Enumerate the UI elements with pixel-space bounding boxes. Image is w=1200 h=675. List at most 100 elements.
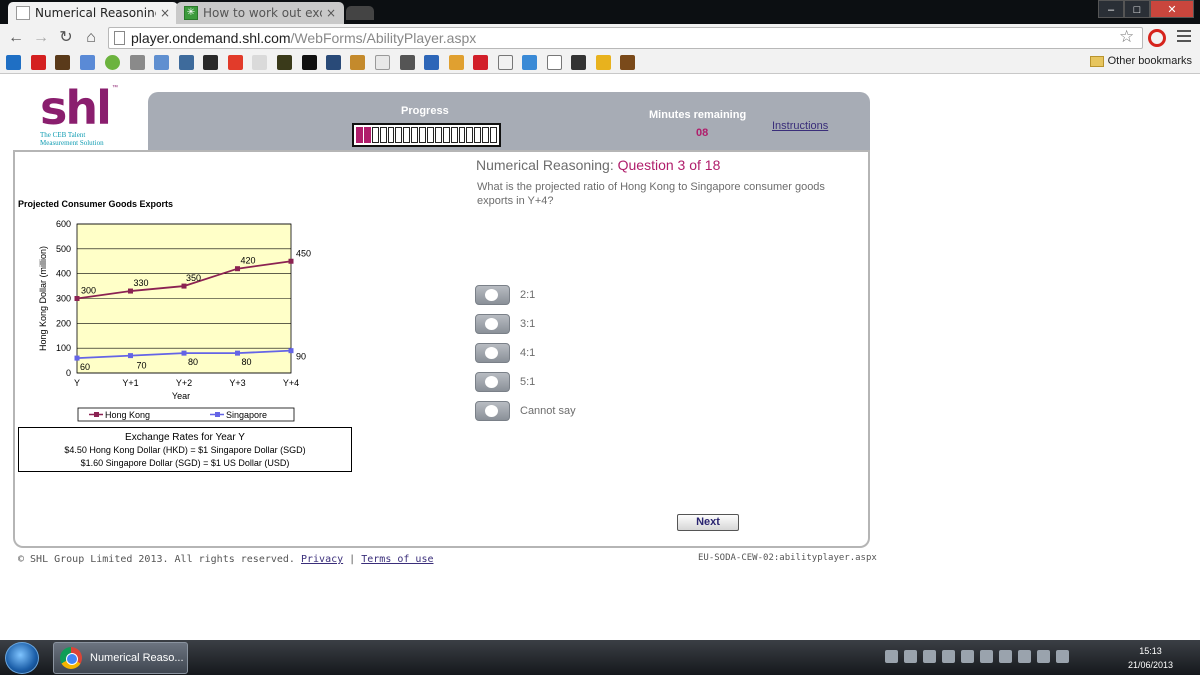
opera-icon[interactable] (1148, 29, 1166, 47)
instructions-link[interactable]: Instructions (772, 120, 828, 132)
shl-logo: shl ™ The CEB Talent Measurement Solutio… (40, 85, 120, 147)
radio-button[interactable] (475, 343, 510, 363)
folder-icon (1089, 55, 1104, 67)
y-axis-label: Hong Kong Dollar (million) (38, 246, 48, 351)
bookmark-icon[interactable] (473, 55, 488, 70)
network-icon[interactable] (1037, 650, 1050, 663)
answer-option-5[interactable]: Cannot say (475, 401, 576, 421)
bag-icon[interactable] (55, 55, 70, 70)
bookmark-icon[interactable] (130, 55, 145, 70)
data-point (288, 258, 294, 264)
home-icon[interactable]: ⌂ (81, 28, 101, 48)
other-bookmarks[interactable]: Other bookmarks (1089, 55, 1192, 67)
exchange-rate-hkd-sgd: $4.50 Hong Kong Dollar (HKD) = $1 Singap… (64, 445, 306, 455)
bookmark-icon[interactable] (620, 55, 635, 70)
bookmark-icon[interactable] (522, 55, 537, 70)
data-point (235, 266, 240, 272)
bookmark-icon[interactable] (571, 55, 586, 70)
y-tick-label: 300 (56, 294, 71, 304)
outlook-icon[interactable] (6, 55, 21, 70)
terms-of-use-link[interactable]: Terms of use (361, 554, 433, 565)
system-clock[interactable]: 15:13 21/06/2013 (1128, 644, 1173, 672)
start-button[interactable] (5, 642, 39, 674)
reddit-icon[interactable] (252, 55, 267, 70)
bookmark-icon[interactable] (547, 55, 562, 70)
data-label: 350 (186, 273, 201, 283)
forward-arrow-icon[interactable]: → (31, 28, 51, 48)
answer-option-2[interactable]: 3:1 (475, 314, 535, 334)
chrome-icon (60, 647, 82, 669)
answer-label: 5:1 (520, 376, 536, 388)
url-host: player.ondemand.shl.com (131, 30, 291, 46)
tray-icon[interactable] (923, 650, 936, 663)
bookmark-icon[interactable] (277, 55, 292, 70)
radio-button[interactable] (475, 372, 510, 392)
bookmark-star-icon[interactable]: ☆ (1119, 27, 1134, 47)
tab-close-icon[interactable]: × (326, 6, 336, 20)
maximize-button[interactable]: □ (1124, 0, 1150, 18)
progress-label: Progress (401, 105, 449, 117)
bookmark-icon[interactable] (449, 55, 464, 70)
address-bar[interactable]: player.ondemand.shl.com/WebForms/Ability… (108, 27, 1143, 49)
radio-button[interactable] (475, 285, 510, 305)
progress-segment (427, 127, 434, 143)
x-tick-label: Y+2 (176, 378, 192, 388)
data-point (235, 350, 240, 356)
bookmark-icon[interactable] (424, 55, 439, 70)
reload-icon[interactable]: ↻ (56, 28, 76, 48)
new-tab-button[interactable] (346, 6, 374, 20)
tray-icon[interactable] (961, 650, 974, 663)
bookmark-icon[interactable] (302, 55, 317, 70)
exchange-rates-box: Exchange Rates for Year Y $4.50 Hong Kon… (18, 427, 352, 472)
bookmark-icon[interactable] (326, 55, 341, 70)
telegraph-icon[interactable] (203, 55, 218, 70)
bookmark-icon[interactable] (596, 55, 611, 70)
bookmark-icon[interactable] (400, 55, 415, 70)
answer-option-4[interactable]: 5:1 (475, 372, 535, 392)
flag-icon[interactable] (1056, 650, 1069, 663)
minimize-button[interactable]: – (1098, 0, 1124, 18)
tray-icon[interactable] (885, 650, 898, 663)
bookmark-icon[interactable] (154, 55, 169, 70)
radio-button[interactable] (475, 314, 510, 334)
bookmark-icon[interactable] (350, 55, 365, 70)
taskbar-chrome-item[interactable]: Numerical Reaso... (53, 642, 188, 674)
close-window-button[interactable]: ✕ (1150, 0, 1194, 18)
feedly-icon: ✳ (184, 6, 198, 20)
data-label: 70 (137, 361, 147, 371)
footer-separator: | (349, 554, 356, 565)
progress-segment (482, 127, 490, 143)
bookmark-icon[interactable] (375, 55, 390, 70)
answer-option-1[interactable]: 2:1 (475, 285, 535, 305)
legend-marker (215, 412, 220, 417)
youtube-icon[interactable] (31, 55, 46, 70)
window-controls: – □ ✕ (1098, 0, 1194, 18)
radio-button[interactable] (475, 401, 510, 421)
tab-close-icon[interactable]: × (160, 6, 170, 20)
back-arrow-icon[interactable]: ← (6, 28, 26, 48)
play-icon[interactable] (105, 55, 120, 70)
url-path: /WebForms/AbilityPlayer.aspx (290, 30, 477, 46)
next-button[interactable]: Next (677, 514, 739, 531)
progress-segment (411, 127, 419, 143)
minutes-remaining-label: Minutes remaining (649, 109, 747, 121)
tray-icon[interactable] (904, 650, 917, 663)
tab-exchange-rates[interactable]: ✳ How to work out exchang × (176, 2, 344, 24)
browser-titlebar: Numerical Reasoning × ✳ How to work out … (0, 0, 1200, 24)
privacy-link[interactable]: Privacy (301, 554, 343, 565)
tray-icon[interactable] (980, 650, 993, 663)
bookmark-icon[interactable] (228, 55, 243, 70)
answer-option-3[interactable]: 4:1 (475, 343, 535, 363)
menu-icon[interactable] (1177, 30, 1191, 44)
tray-icon[interactable] (942, 650, 955, 663)
test-header-bar: Progress Minutes remaining 08 Instructio… (148, 92, 870, 150)
y-tick-label: 100 (56, 343, 71, 353)
tab-numerical-reasoning[interactable]: Numerical Reasoning × (8, 2, 178, 24)
tray-icon[interactable] (999, 650, 1012, 663)
legend-label: Singapore (226, 410, 267, 420)
volume-icon[interactable] (1018, 650, 1031, 663)
music-icon[interactable] (498, 55, 513, 70)
answer-label: Cannot say (520, 405, 576, 417)
bookmark-icon[interactable] (80, 55, 95, 70)
bookmark-icon[interactable] (179, 55, 194, 70)
